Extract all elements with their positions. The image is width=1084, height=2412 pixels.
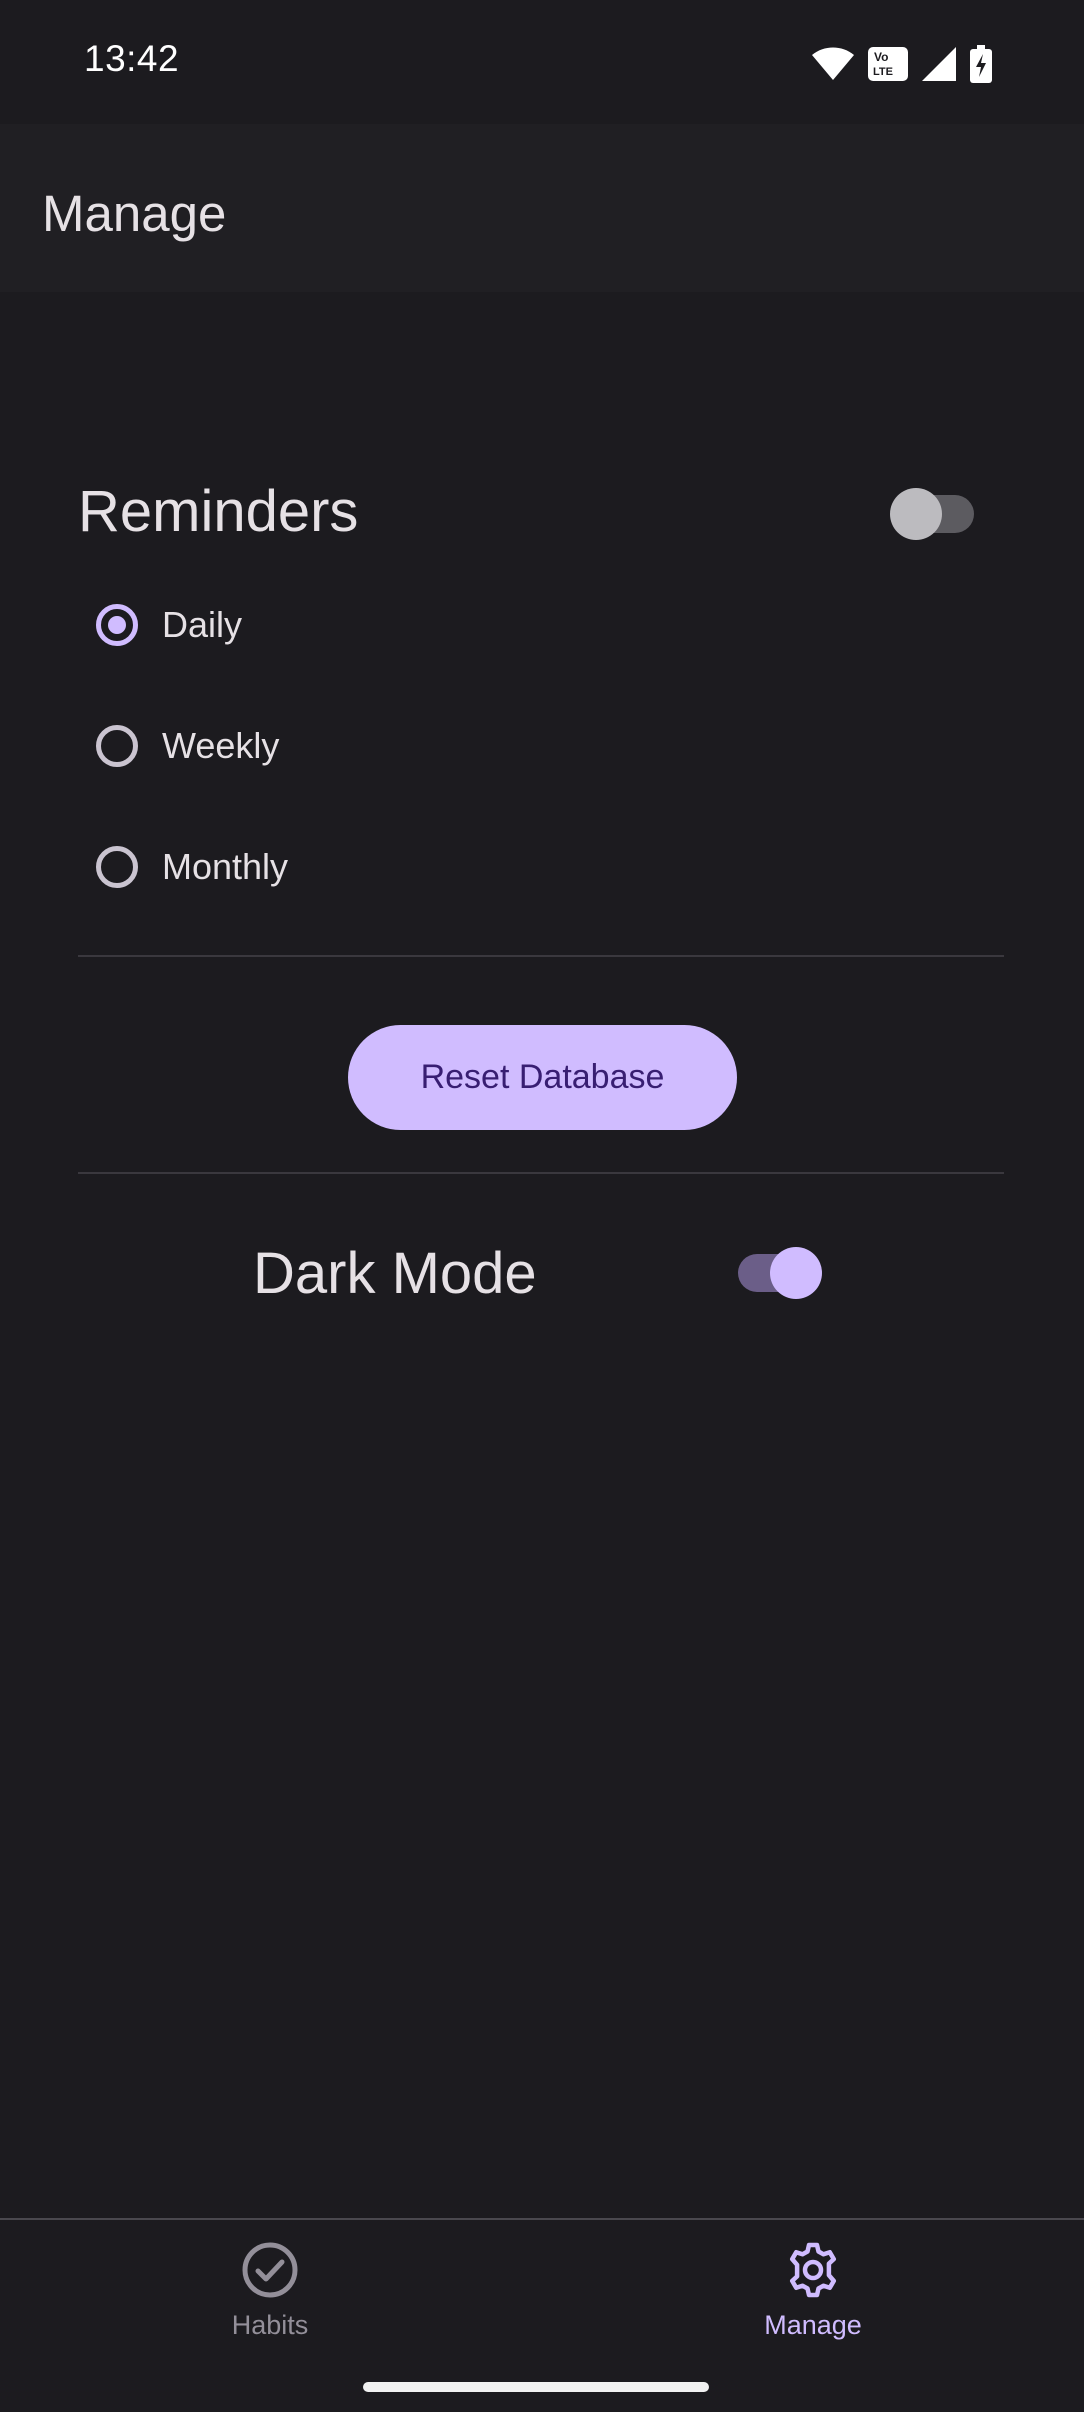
volte-text-lte: LTE: [873, 66, 893, 78]
page-title: Manage: [42, 185, 227, 242]
bottom-navigation: Habits Manage: [0, 2218, 1084, 2412]
status-icons: Vo LTE: [812, 44, 992, 84]
home-indicator[interactable]: [363, 2382, 709, 2392]
check-circle-icon: [240, 2240, 300, 2300]
dark-mode-label: Dark Mode: [253, 1241, 537, 1306]
reminders-toggle[interactable]: [890, 486, 974, 542]
radio-label-daily: Daily: [162, 604, 243, 645]
divider: [78, 955, 1004, 957]
radio-button-weekly[interactable]: [96, 725, 138, 767]
top-app-bar: Manage: [0, 124, 1084, 292]
battery-charging-icon: [970, 45, 992, 83]
dark-mode-toggle-thumb: [770, 1247, 822, 1299]
nav-label-manage: Manage: [764, 2310, 862, 2340]
radio-option-monthly[interactable]: Monthly: [96, 835, 288, 899]
status-bar: 13:42 Vo LTE: [0, 0, 1084, 124]
dark-mode-toggle[interactable]: [738, 1245, 824, 1301]
volte-text-vo: Vo: [874, 50, 888, 64]
gear-icon: [783, 2240, 843, 2300]
radio-button-daily[interactable]: [96, 604, 138, 646]
volte-icon: Vo LTE: [868, 47, 908, 81]
reminders-title: Reminders: [78, 479, 359, 544]
settings-content: Reminders Daily Weekly Monthly Reset Dat…: [0, 292, 1084, 2218]
nav-label-habits: Habits: [231, 2310, 309, 2340]
status-time: 13:42: [84, 38, 180, 79]
reset-database-button[interactable]: Reset Database: [348, 1025, 737, 1130]
radio-button-monthly[interactable]: [96, 846, 138, 888]
nav-item-manage[interactable]: Manage: [713, 2240, 913, 2350]
wifi-icon: [812, 47, 854, 81]
radio-option-weekly[interactable]: Weekly: [96, 714, 279, 778]
nav-item-habits[interactable]: Habits: [170, 2240, 370, 2350]
signal-icon: [922, 47, 956, 81]
radio-label-monthly: Monthly: [162, 846, 289, 887]
reminders-toggle-thumb: [890, 488, 942, 540]
divider: [78, 1172, 1004, 1174]
radio-label-weekly: Weekly: [162, 725, 280, 766]
radio-option-daily[interactable]: Daily: [96, 593, 242, 657]
